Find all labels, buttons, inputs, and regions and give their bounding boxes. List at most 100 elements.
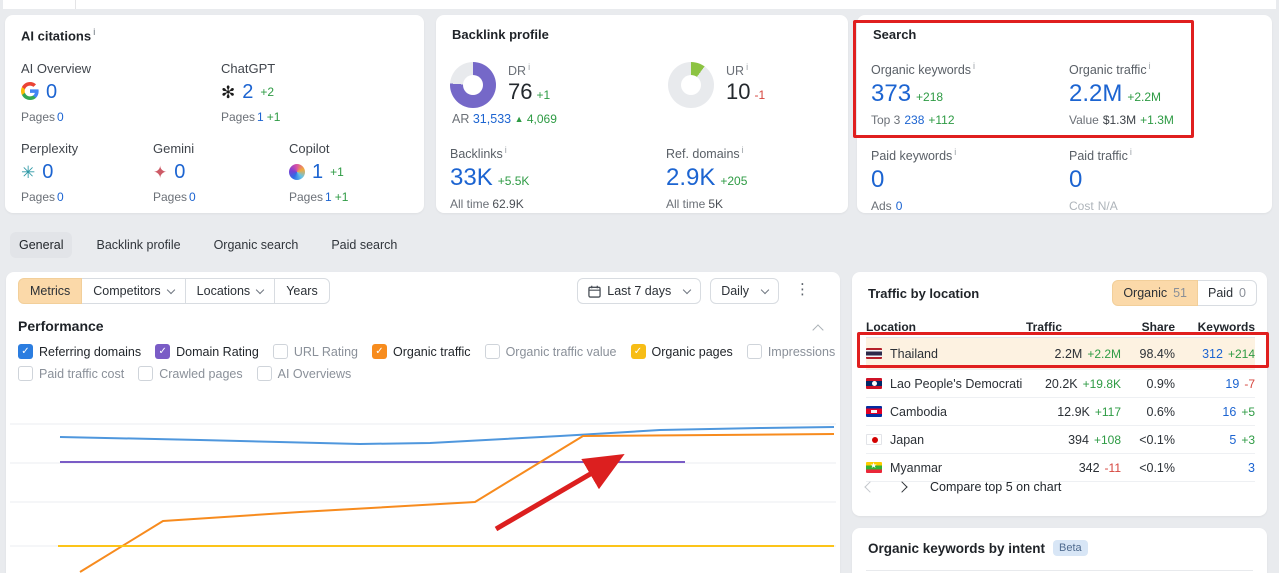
unchecked-checkbox-icon[interactable] [746, 344, 762, 359]
date-range-button[interactable]: Last 7 days [577, 278, 702, 304]
tab-paid-search[interactable]: Paid search [322, 232, 406, 258]
toggle-paid[interactable]: Paid 0 [1197, 280, 1257, 306]
cost-row: Cost N/A [1069, 199, 1118, 214]
metric-toggle-organic-traffic[interactable]: ✓ Organic traffic [371, 344, 471, 359]
tab-general[interactable]: General [10, 232, 73, 258]
ai-citation-value[interactable]: 2 [242, 81, 253, 104]
pages-label: Pages [21, 190, 56, 204]
share-cell: 0.9% [1146, 376, 1176, 391]
pages-value[interactable]: 1 [257, 110, 264, 124]
column-header-traffic[interactable]: Traffic [1026, 320, 1121, 334]
toggle-organic[interactable]: Organic 51 [1112, 280, 1199, 306]
keywords-value[interactable]: 5 [1229, 433, 1236, 447]
backlinks-value[interactable]: 33K +5.5K [450, 164, 529, 192]
keywords-change: +5 [1241, 404, 1255, 419]
metric-toggle-referring-domains[interactable]: ✓ Referring domains [18, 344, 141, 359]
filter-button-metrics[interactable]: Metrics [18, 278, 83, 304]
gemini-icon: ✦ [153, 162, 168, 182]
checked-checkbox-icon[interactable]: ✓ [630, 344, 646, 359]
keywords-value[interactable]: 312 [1202, 347, 1223, 361]
pages-value[interactable]: 0 [57, 190, 64, 204]
column-header-location[interactable]: Location [866, 320, 1022, 334]
ref-domains-change: +205 [720, 174, 748, 189]
keywords-value[interactable]: 3 [1248, 461, 1255, 475]
table-row-cambodia[interactable]: Cambodia 12.9K +117 0.6% 16 +5 [866, 398, 1255, 426]
checked-checkbox-icon[interactable]: ✓ [371, 344, 387, 359]
chart-line-organic-traffic [79, 433, 835, 573]
ai-citation-value[interactable]: 0 [46, 81, 57, 104]
ai-citation-value[interactable]: 0 [174, 161, 185, 184]
column-header-share[interactable]: Share [1125, 320, 1175, 334]
toggle-count: 0 [1239, 286, 1246, 300]
pages-value[interactable]: 1 [325, 190, 332, 204]
filter-button-locations[interactable]: Locations [184, 278, 276, 304]
tab-organic-search[interactable]: Organic search [205, 232, 308, 258]
info-icon: i [1129, 147, 1132, 157]
compare-top5-link[interactable]: Compare top 5 on chart [930, 480, 1061, 494]
unchecked-checkbox-icon[interactable] [484, 344, 500, 359]
paid-traffic-block: Paid traffic i 0 Cost N/A [1069, 147, 1132, 213]
metric-toggle-crawled-pages[interactable]: Crawled pages [138, 366, 243, 381]
collapse-chevron-up-icon[interactable] [812, 324, 824, 336]
ref-domains-value[interactable]: 2.9K +205 [666, 164, 747, 192]
metric-toggle-impressions[interactable]: Impressions [746, 344, 835, 359]
paid-traffic-value[interactable]: 0 [1069, 166, 1132, 194]
ai-citation-chatgpt: ChatGPT ✻ 2 +2 Pages 1 +1 [221, 61, 280, 124]
filter-button-years[interactable]: Years [274, 278, 330, 304]
table-row-lao-people-s-democratic-reput[interactable]: Lao People's Democratic Reput 20.2K +19.8K… [866, 370, 1255, 398]
ai-citation-label: AI Overview [21, 61, 92, 76]
table-row-japan[interactable]: Japan 394 +108 <0.1% 5 +3 [866, 426, 1255, 454]
ar-value[interactable]: 31,533 [473, 112, 511, 126]
checked-checkbox-icon[interactable]: ✓ [155, 344, 171, 359]
metric-toggle-organic-pages[interactable]: ✓ Organic pages [630, 344, 733, 359]
top3-value[interactable]: 238 [904, 113, 924, 127]
backlinks-block: Backlinks i 33K +5.5K All time 62.9K [450, 145, 529, 211]
keywords-value[interactable]: 19 [1225, 377, 1239, 391]
filter-button-competitors[interactable]: Competitors [81, 278, 186, 304]
jp-flag-icon [866, 434, 882, 445]
table-row-myanmar[interactable]: Myanmar 342 -11 <0.1% 3 [866, 454, 1255, 482]
ai-citation-change: +2 [260, 85, 275, 99]
location-cell: Myanmar [866, 461, 1022, 475]
ai-citation-value[interactable]: 0 [42, 161, 53, 184]
unchecked-checkbox-icon[interactable] [18, 366, 33, 381]
metric-label: Domain Rating [176, 344, 259, 359]
metric-toggle-domain-rating[interactable]: ✓ Domain Rating [155, 344, 259, 359]
checked-checkbox-icon[interactable]: ✓ [18, 344, 33, 359]
backlinks-label: Backlinks i [450, 145, 507, 162]
ai-citation-change: +1 [330, 165, 344, 179]
table-row-thailand[interactable]: Thailand 2.2M +2.2M 98.4% 312 +214 [866, 338, 1255, 370]
metric-toggle-url-rating[interactable]: URL Rating [272, 344, 358, 359]
keywords-value[interactable]: 16 [1222, 405, 1236, 419]
ai-citation-value[interactable]: 1 [312, 161, 323, 184]
next-page-icon[interactable] [896, 481, 908, 493]
unchecked-checkbox-icon[interactable] [138, 366, 154, 381]
metric-toggle-organic-traffic-value[interactable]: Organic traffic value [484, 344, 617, 359]
url-rating-block: UR i 10 -1 [668, 62, 765, 108]
location-cell: Lao People's Democratic Reput [866, 377, 1022, 391]
unchecked-checkbox-icon[interactable] [272, 344, 288, 359]
pages-value[interactable]: 0 [57, 110, 64, 124]
ai-citation-pages: Pages 1 +1 [221, 110, 280, 124]
keywords-change: +214 [1227, 346, 1255, 361]
backlinks-change: +5.5K [497, 174, 530, 189]
paid-keywords-value[interactable]: 0 [871, 166, 956, 194]
dr-change: +1 [536, 88, 551, 103]
paid-keywords-block: Paid keywords i 0 Ads 0 [871, 147, 956, 213]
traffic-change: +108 [1093, 432, 1121, 447]
previous-page-icon[interactable] [864, 481, 876, 493]
toggle-label: Organic [1123, 286, 1168, 300]
ai-citation-label: Copilot [289, 141, 330, 156]
organic-traffic-value[interactable]: 2.2M +2.2M [1069, 80, 1174, 108]
organic-keywords-value[interactable]: 373 +218 [871, 80, 975, 108]
metric-toggle-ai-overviews[interactable]: AI Overviews [256, 366, 351, 381]
unchecked-checkbox-icon[interactable] [256, 366, 272, 381]
performance-chart[interactable] [10, 398, 836, 573]
column-header-keywords[interactable]: Keywords [1179, 320, 1255, 334]
granularity-button[interactable]: Daily [710, 278, 779, 304]
kebab-menu-icon[interactable]: ⋮ [795, 282, 810, 297]
metric-toggle-paid-traffic-cost[interactable]: Paid traffic cost [18, 366, 124, 381]
pages-value[interactable]: 0 [189, 190, 196, 204]
organic-keywords-change: +218 [916, 90, 944, 105]
tab-backlink-profile[interactable]: Backlink profile [87, 232, 189, 258]
